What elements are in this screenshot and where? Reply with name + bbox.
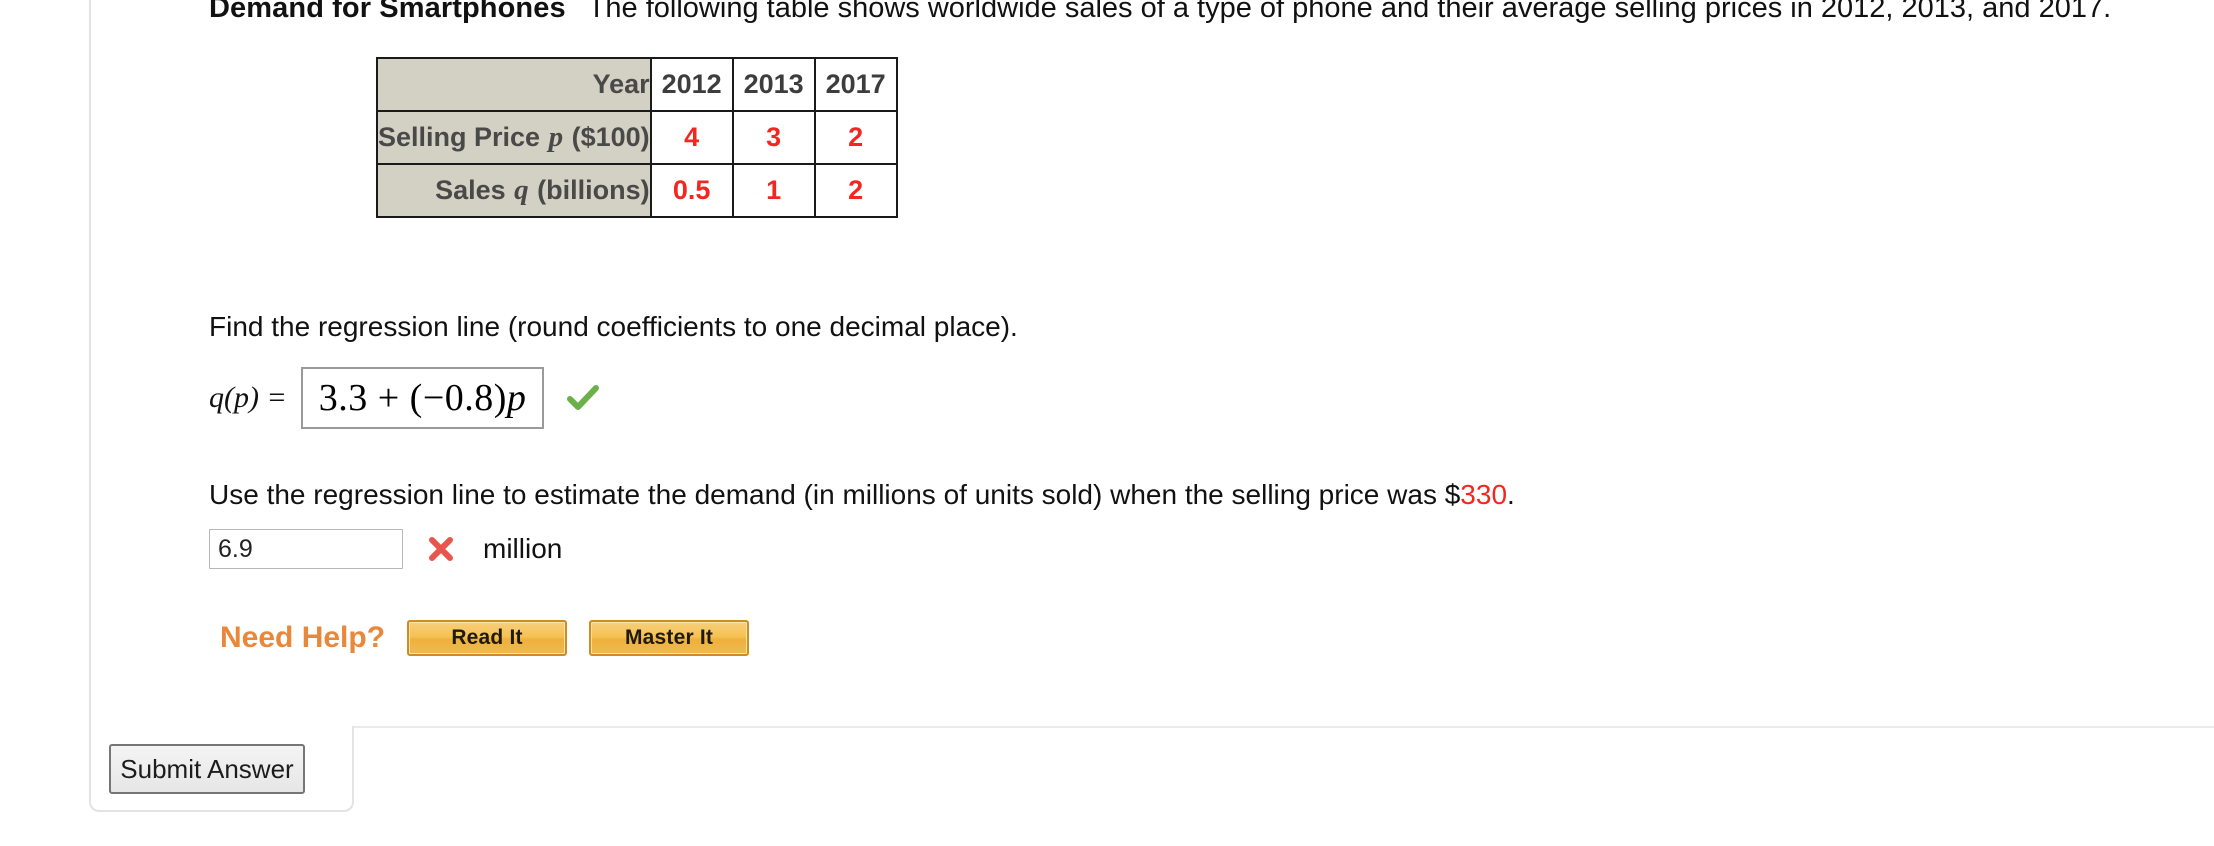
row-label-suffix: (billions) [537,175,650,205]
table-year-2012: 2012 [649,57,734,112]
need-help-label: Need Help? [220,621,386,654]
row-label-variable: q [514,174,529,206]
problem-title: Demand for Smartphones [209,0,566,24]
row-label-suffix: ($100) [571,122,650,152]
table-row-selling-price: Selling Price p ($100) 4 3 2 [376,110,898,165]
function-label: q(p) = [209,381,287,414]
demand-answer-input[interactable] [209,529,403,569]
regression-answer-field[interactable]: 3.3 + (−0.8)p [300,367,545,429]
regression-answer-variable: p [506,377,527,419]
read-it-button[interactable]: Read It [407,620,568,656]
need-help-row: Need Help? Read It Master It [220,614,771,662]
demand-data-table: Year 2012 2013 2017 Selling Price p ($10… [376,57,898,218]
row-label-sales: Sales q (billions) [376,163,652,218]
data-table-wrapper: Year 2012 2013 2017 Selling Price p ($10… [376,57,898,218]
row-label-prefix: Selling Price [378,122,541,152]
part-b-answer-row: million [209,527,562,571]
part-b-prompt-after: . [1507,479,1515,510]
part-b-prompt-before: Use the regression line to estimate the … [209,479,1461,510]
part-b-prompt: Use the regression line to estimate the … [209,479,1515,511]
cell-sales-2012: 0.5 [649,163,734,218]
cell-price-2017: 2 [813,110,898,165]
master-it-button[interactable]: Master It [589,620,750,656]
check-icon [567,385,600,410]
table-year-2017: 2017 [813,57,898,112]
part-b-price-value: 330 [1460,479,1508,510]
cell-sales-2017: 2 [813,163,898,218]
part-a-answer-row: q(p) = 3.3 + (−0.8)p [209,365,600,431]
submit-panel: Submit Answer [89,726,354,812]
x-icon [429,537,453,561]
problem-intro: Demand for Smartphones The following tabl… [209,0,2111,25]
table-row-sales: Sales q (billions) 0.5 1 2 [376,163,898,218]
submit-answer-button[interactable]: Submit Answer [109,744,305,794]
unit-label-million: million [483,533,563,564]
row-label-variable: p [548,121,564,153]
regression-answer-coefficients: 3.3 + (−0.8) [318,377,507,419]
row-label-prefix: Sales [435,175,506,205]
part-a-prompt: Find the regression line (round coeffici… [209,311,1018,342]
table-corner-label: Year [376,57,652,112]
problem-description: The following table shows worldwide sale… [587,0,2112,24]
cell-price-2012: 4 [649,110,734,165]
cell-price-2013: 3 [731,110,816,165]
table-year-2013: 2013 [731,57,816,112]
row-label-selling-price: Selling Price p ($100) [376,110,652,165]
footer-divider [91,726,2214,728]
regression-answer-value: 3.3 + (−0.8)p [319,376,527,420]
table-row-header: Year 2012 2013 2017 [376,57,898,112]
cell-sales-2013: 1 [731,163,816,218]
problem-container: Demand for Smartphones The following tabl… [89,0,2214,798]
